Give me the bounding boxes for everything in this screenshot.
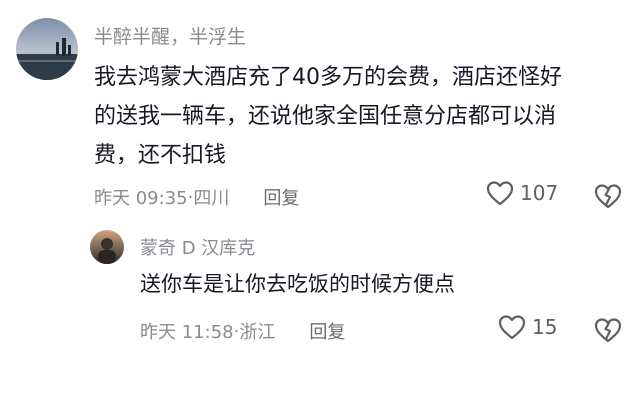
comment-location: 浙江 bbox=[239, 322, 276, 343]
avatar-image bbox=[90, 230, 124, 264]
comment-username[interactable]: 半醉半醒，半浮生 bbox=[94, 22, 246, 49]
comment-username[interactable]: 蒙奇 D 汉库克 bbox=[140, 234, 255, 260]
comment-time: 昨天 11:58 bbox=[140, 322, 234, 343]
like-count: 107 bbox=[520, 181, 559, 205]
comment-content-line: 我去鸿蒙大酒店充了40多万的会费，酒店还怪好 bbox=[94, 65, 562, 90]
like-button[interactable]: 107 bbox=[486, 180, 558, 206]
reply-item: 蒙奇 D 汉库克 送你车是让你去吃饭的时候方便点 昨天 11:58 · 浙江 回… bbox=[0, 222, 640, 418]
avatar[interactable] bbox=[90, 230, 124, 264]
comment-content-line: 的送我一辆车，还说他家全国任意分店都可以消 bbox=[94, 104, 557, 129]
like-count: 15 bbox=[532, 315, 558, 339]
like-button[interactable]: 15 bbox=[498, 314, 557, 340]
avatar[interactable] bbox=[16, 18, 78, 80]
comment-meta: 昨天 11:58 · 浙江 回复 bbox=[140, 318, 345, 344]
broken-heart-icon[interactable] bbox=[594, 183, 622, 209]
comment-content: 送你车是让你去吃饭的时候方便点 bbox=[140, 268, 455, 300]
broken-heart-icon[interactable] bbox=[594, 317, 622, 343]
comment-location: 四川 bbox=[193, 188, 230, 209]
comment-meta: 昨天 09:35 · 四川 回复 bbox=[94, 184, 299, 210]
comment-time: 昨天 09:35 bbox=[94, 188, 188, 209]
heart-outline-icon bbox=[498, 314, 526, 340]
comment-content: 我去鸿蒙大酒店充了40多万的会费，酒店还怪好 的送我一辆车，还说他家全国任意分店… bbox=[94, 58, 562, 175]
reply-button[interactable]: 回复 bbox=[309, 318, 345, 344]
reply-button[interactable]: 回复 bbox=[263, 184, 299, 210]
heart-outline-icon bbox=[486, 180, 514, 206]
avatar-image bbox=[16, 18, 78, 80]
comment-item: 半醉半醒，半浮生 我去鸿蒙大酒店充了40多万的会费，酒店还怪好 的送我一辆车，还… bbox=[0, 0, 640, 230]
comment-content-line: 送你车是让你去吃饭的时候方便点 bbox=[140, 272, 455, 296]
comment-content-line: 费，还不扣钱 bbox=[94, 143, 227, 168]
